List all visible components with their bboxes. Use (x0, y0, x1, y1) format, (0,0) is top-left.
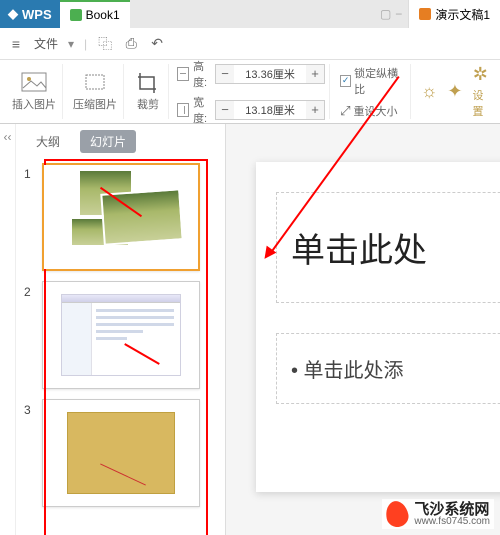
lock-aspect-checkbox[interactable]: ✓ 锁定纵横比 (340, 65, 404, 97)
height-spinner[interactable]: − 13.36厘米 + (215, 64, 325, 84)
slide-thumb-2[interactable] (42, 281, 200, 389)
body-text: • 单击此处添 (291, 354, 500, 383)
slide-canvas[interactable]: 单击此处 • 单击此处添 (226, 124, 500, 535)
settings-button[interactable]: ✲设置 (472, 64, 488, 119)
height-icon (177, 67, 189, 81)
lock-label: 锁定纵横比 (354, 65, 404, 97)
crop-label: 裁剪 (137, 96, 159, 112)
gear-icon: ✲ (473, 64, 488, 85)
height-value[interactable]: 13.36厘米 (234, 66, 306, 82)
watermark: 飞沙系统网 www.fs0745.com (382, 499, 494, 529)
menu-bar: ≡ 文件 ▾ | ⿻ ⎙ ↶ (0, 28, 500, 60)
print-icon[interactable]: ⎙ (123, 36, 139, 52)
panel-collapse-button[interactable]: ‹‹ (0, 124, 16, 535)
sparkle-icon: ✦ (447, 81, 462, 102)
thumb-row: 1 (18, 163, 223, 271)
width-value[interactable]: 13.18厘米 (234, 102, 306, 118)
insert-picture-button[interactable]: 插入图片 (6, 64, 63, 119)
reset-icon: ⤢ (340, 103, 350, 119)
settings-label: 设置 (472, 87, 488, 119)
sun-icon: ☼ (421, 81, 438, 102)
copy-icon[interactable]: ⿻ (97, 36, 113, 52)
menu-icon[interactable]: ≡ (8, 36, 24, 52)
reset-size-button[interactable]: ⤢ 重设大小 (340, 103, 404, 119)
effect-icons: ☼ ✦ ✲设置 (415, 64, 494, 119)
thumb-content (67, 412, 175, 494)
crop-button[interactable]: 裁剪 (128, 64, 169, 119)
file-menu[interactable]: 文件 (34, 35, 58, 52)
content-area: ‹‹ 大纲 幻灯片 1 2 (0, 124, 500, 535)
title-placeholder[interactable]: 单击此处 (276, 192, 500, 303)
chevron-left-icon: ‹‹ (4, 130, 12, 144)
width-spinner[interactable]: − 13.18厘米 + (215, 100, 325, 120)
thumb-row: 3 (18, 399, 223, 507)
tab-book1[interactable]: Book1 (60, 0, 130, 28)
size-controls: 高度: − 13.36厘米 + 宽度: − 13.18厘米 + (173, 64, 330, 119)
file-menu-chevron-icon[interactable]: ▾ (68, 37, 74, 51)
thumb-content (61, 294, 181, 376)
width-decrement[interactable]: − (216, 101, 234, 119)
presentation-icon (419, 8, 431, 20)
spreadsheet-icon (70, 9, 82, 21)
width-icon (177, 103, 189, 117)
ribbon-toolbar: 插入图片 压缩图片 裁剪 高度: − 13.36厘米 + 宽度: − 13. (0, 60, 500, 124)
thumb-row: 2 (18, 281, 223, 389)
contrast-button[interactable]: ✦ (447, 81, 462, 102)
tab-menu-icon[interactable]: ▢ (380, 7, 391, 21)
tab-outline[interactable]: 大纲 (26, 130, 70, 153)
slide-thumb-1[interactable] (42, 163, 200, 271)
height-decrement[interactable]: − (216, 65, 234, 83)
wps-logo-text: WPS (22, 7, 52, 22)
reset-label: 重设大小 (353, 103, 397, 119)
thumb-content (44, 165, 198, 269)
title-text: 单击此处 (291, 223, 500, 272)
compress-picture-button[interactable]: 压缩图片 (67, 64, 124, 119)
compress-icon (81, 71, 109, 93)
slide-panel: 大纲 幻灯片 1 2 (16, 124, 226, 535)
slide-number: 1 (24, 163, 36, 271)
crop-icon (134, 71, 162, 93)
tab-label: Book1 (86, 8, 120, 22)
picture-icon (20, 71, 48, 93)
insert-pic-label: 插入图片 (12, 96, 56, 112)
panel-tabs: 大纲 幻灯片 (16, 124, 225, 159)
tab-presentation[interactable]: 演示文稿1 (408, 0, 500, 28)
lock-reset-group: ✓ 锁定纵横比 ⤢ 重设大小 (334, 64, 411, 119)
wps-logo-mark: ◆ (8, 6, 18, 22)
width-increment[interactable]: + (306, 101, 324, 119)
width-label: 宽度: (193, 94, 211, 126)
window-tab-bar: ◆ WPS Book1 ▢ − 演示文稿1 (0, 0, 500, 28)
tab-close-icon[interactable]: − (395, 7, 402, 21)
tab-book-controls: ▢ − (380, 7, 402, 21)
checkbox-checked-icon: ✓ (340, 75, 351, 87)
height-label: 高度: (193, 58, 211, 90)
tab-slides[interactable]: 幻灯片 (80, 130, 136, 153)
body-placeholder[interactable]: • 单击此处添 (276, 333, 500, 404)
tab-label: 演示文稿1 (435, 6, 490, 23)
separator: | (84, 37, 87, 51)
brightness-button[interactable]: ☼ (421, 81, 438, 102)
slide-page: 单击此处 • 单击此处添 (256, 162, 500, 492)
thumbnail-list: 1 2 3 (16, 159, 225, 535)
flame-icon (384, 499, 411, 529)
slide-number: 2 (24, 281, 36, 389)
slide-number: 3 (24, 399, 36, 507)
undo-icon[interactable]: ↶ (149, 36, 165, 52)
height-increment[interactable]: + (306, 65, 324, 83)
slide-thumb-3[interactable] (42, 399, 200, 507)
watermark-url: www.fs0745.com (414, 517, 490, 527)
watermark-name: 飞沙系统网 (414, 502, 490, 517)
wps-logo[interactable]: ◆ WPS (0, 0, 60, 28)
compress-label: 压缩图片 (73, 96, 117, 112)
